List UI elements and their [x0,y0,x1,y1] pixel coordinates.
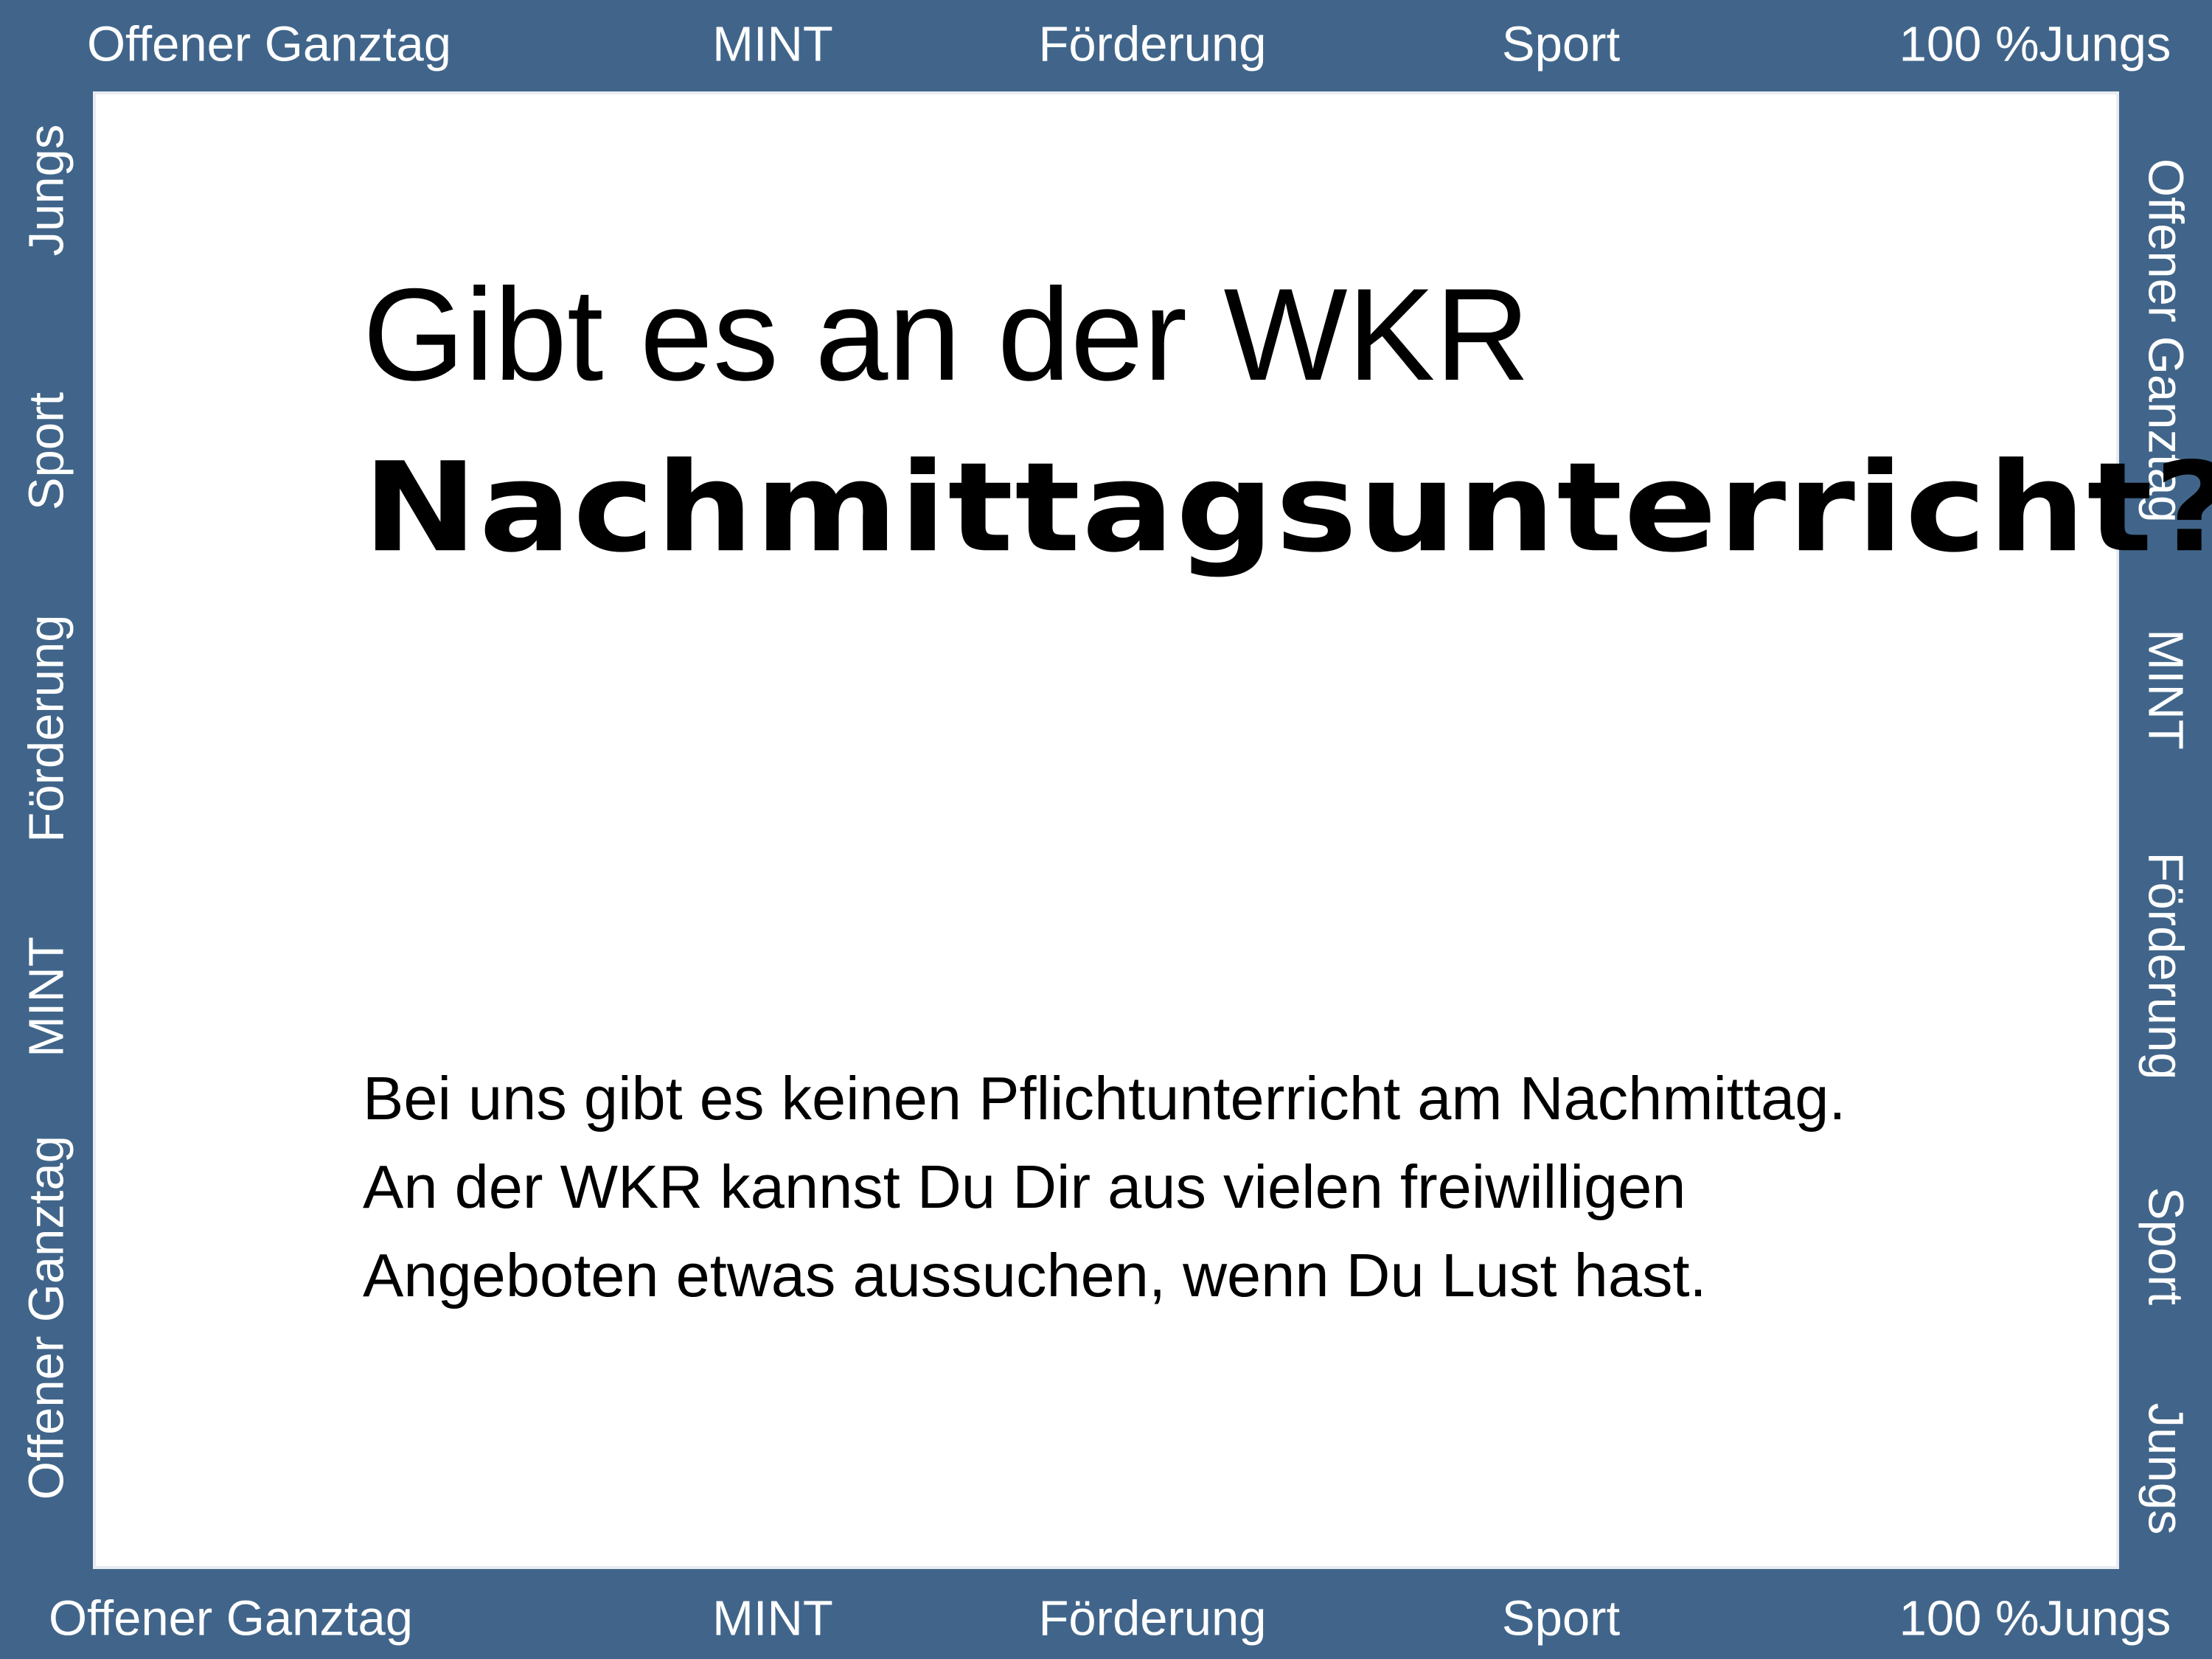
bottom-frame-mint: MINT [712,1590,833,1646]
bottom-frame-foerderung: Förderung [1038,1590,1267,1646]
bottom-frame-offener-ganztag: Offener Ganztag [48,1590,414,1646]
left-frame-foerderung: Förderung [18,614,74,843]
top-frame-mint: MINT [712,16,833,72]
top-frame-sport: Sport [1501,16,1621,72]
left-frame-offener-ganztag: Offener Ganztag [18,1135,74,1500]
right-frame-sport: Sport [2138,1186,2194,1306]
title-line-2: Nachmittagsunterricht? [363,435,2212,580]
left-frame-sport: Sport [18,392,74,511]
top-frame-foerderung: Förderung [1038,16,1267,72]
right-frame-foerderung: Förderung [2138,852,2194,1080]
body-text: Bei uns gibt es keinen Pflichtunterricht… [363,1054,1846,1320]
right-frame-jungs: Jungs [2138,1402,2194,1535]
title-line-1: Gibt es an der WKR [363,261,1530,408]
body-line-1: Bei uns gibt es keinen Pflichtunterricht… [363,1064,1846,1133]
top-frame-jungs: 100 %Jungs [1899,16,2171,72]
right-frame-mint: MINT [2138,629,2194,750]
body-line-3: Angeboten etwas aussuchen, wenn Du Lust … [363,1241,1707,1310]
bottom-frame-jungs: 100 %Jungs [1899,1590,2171,1646]
slide: Offener Ganztag MINT Förderung Sport 100… [0,0,2212,1659]
left-frame-jungs: Jungs [18,124,74,257]
bottom-frame-sport: Sport [1501,1590,1621,1646]
body-line-2: An der WKR kannst Du Dir aus vielen frei… [363,1152,1686,1221]
top-frame-offener-ganztag: Offener Ganztag [86,16,452,72]
left-frame-mint: MINT [18,936,74,1057]
